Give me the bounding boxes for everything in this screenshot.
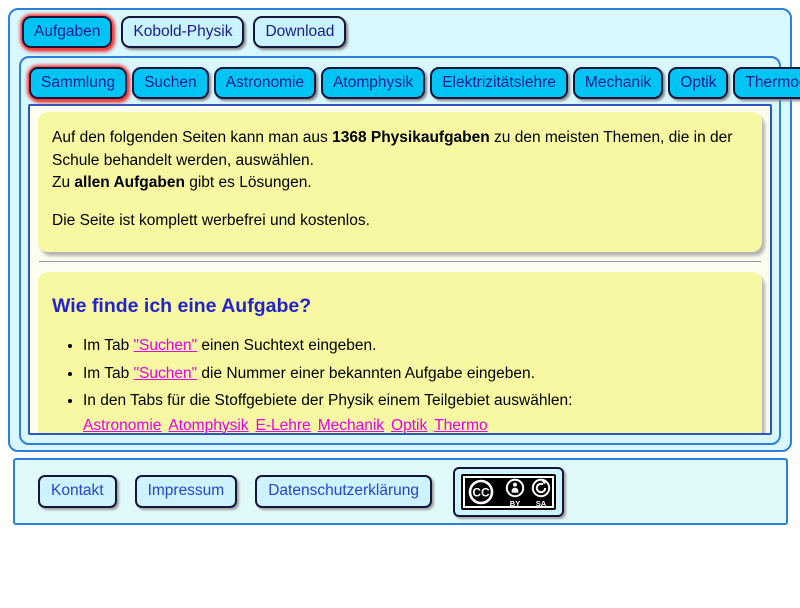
tab-panel: Sammlung Suchen Astronomie Atomphysik El… xyxy=(19,56,781,445)
howto-box: Wie finde ich eine Aufgabe? Im Tab "Such… xyxy=(38,272,762,436)
tab-astronomie[interactable]: Astronomie xyxy=(214,67,316,99)
header-tab-bar: Aufgaben Kobold-Physik Download xyxy=(10,10,790,56)
intro-box: Auf den folgenden Seiten kann man aus 13… xyxy=(38,112,762,252)
list-item-search-number: Im Tab "Suchen" die Nummer einer bekannt… xyxy=(83,363,748,386)
sa-label: SA xyxy=(536,499,547,508)
list-item-search-text: Im Tab "Suchen" einen Suchtext eingeben. xyxy=(83,335,748,358)
content-panel: Auf den folgenden Seiten kann man aus 13… xyxy=(28,104,772,435)
text-fragment: gibt es Lösungen. xyxy=(185,174,312,191)
main-container: Aufgaben Kobold-Physik Download Sammlung… xyxy=(8,8,792,452)
tab-suchen[interactable]: Suchen xyxy=(132,67,209,99)
tab-optik[interactable]: Optik xyxy=(668,67,728,99)
footer: Kontakt Impressum Datenschutzerklärung C… xyxy=(13,458,788,525)
suchen-link[interactable]: "Suchen" xyxy=(134,365,198,382)
howto-list: Im Tab "Suchen" einen Suchtext eingeben.… xyxy=(52,335,748,435)
cc-glyph: CC xyxy=(472,485,490,499)
text-fragment: Im Tab xyxy=(83,337,134,354)
tab-download[interactable]: Download xyxy=(253,16,346,48)
text-fragment: Im Tab xyxy=(83,365,134,382)
ad-free-note: Die Seite ist komplett werbefrei und kos… xyxy=(52,210,748,233)
optik-link[interactable]: Optik xyxy=(391,417,427,434)
impressum-button[interactable]: Impressum xyxy=(135,475,238,508)
by-label: BY xyxy=(510,499,520,508)
datenschutz-button[interactable]: Datenschutzerklärung xyxy=(255,475,432,508)
text-fragment: einen Suchtext eingeben. xyxy=(197,337,376,354)
list-item-topics: In den Tabs für die Stoffgebiete der Phy… xyxy=(83,390,748,435)
tab-sammlung[interactable]: Sammlung xyxy=(29,67,127,99)
aufgaben-count: 1368 Physikaufgaben xyxy=(332,129,490,146)
tab-elektrizitaetslehre[interactable]: Elektrizitätslehre xyxy=(430,67,568,99)
howto-heading: Wie finde ich eine Aufgabe? xyxy=(52,292,748,320)
text-fragment-bold: allen Aufgaben xyxy=(74,174,185,191)
mechanik-link[interactable]: Mechanik xyxy=(318,417,384,434)
text-fragment: In den Tabs für die Stoffgebiete der Phy… xyxy=(83,392,572,409)
tab-thermodynamik[interactable]: Thermodynamik xyxy=(733,67,800,99)
cc-by-sa-icon: CC BY SA xyxy=(461,474,556,510)
divider xyxy=(39,261,761,263)
kontakt-button[interactable]: Kontakt xyxy=(38,475,117,508)
astronomie-link[interactable]: Astronomie xyxy=(83,417,161,434)
intro-paragraph: Auf den folgenden Seiten kann man aus 13… xyxy=(52,127,748,195)
e-lehre-link[interactable]: E-Lehre xyxy=(256,417,311,434)
topic-links-row: Astronomie Atomphysik E-Lehre Mechanik Optik… xyxy=(83,415,495,435)
text-fragment: die Nummer einer bekannten Aufgabe einge… xyxy=(197,365,535,382)
cc-by-sa-license-badge[interactable]: CC BY SA xyxy=(453,467,564,517)
tab-kobold-physik[interactable]: Kobold-Physik xyxy=(121,16,244,48)
tab-aufgaben[interactable]: Aufgaben xyxy=(22,16,112,48)
atomphysik-link[interactable]: Atomphysik xyxy=(168,417,248,434)
topic-tab-bar: Sammlung Suchen Astronomie Atomphysik El… xyxy=(21,58,779,104)
tab-atomphysik[interactable]: Atomphysik xyxy=(321,67,425,99)
text-fragment: Auf den folgenden Seiten kann man aus xyxy=(52,129,332,146)
thermo-link[interactable]: Thermo xyxy=(434,417,487,434)
tab-mechanik[interactable]: Mechanik xyxy=(573,67,663,99)
text-fragment: Zu xyxy=(52,174,74,191)
suchen-link[interactable]: "Suchen" xyxy=(134,337,198,354)
